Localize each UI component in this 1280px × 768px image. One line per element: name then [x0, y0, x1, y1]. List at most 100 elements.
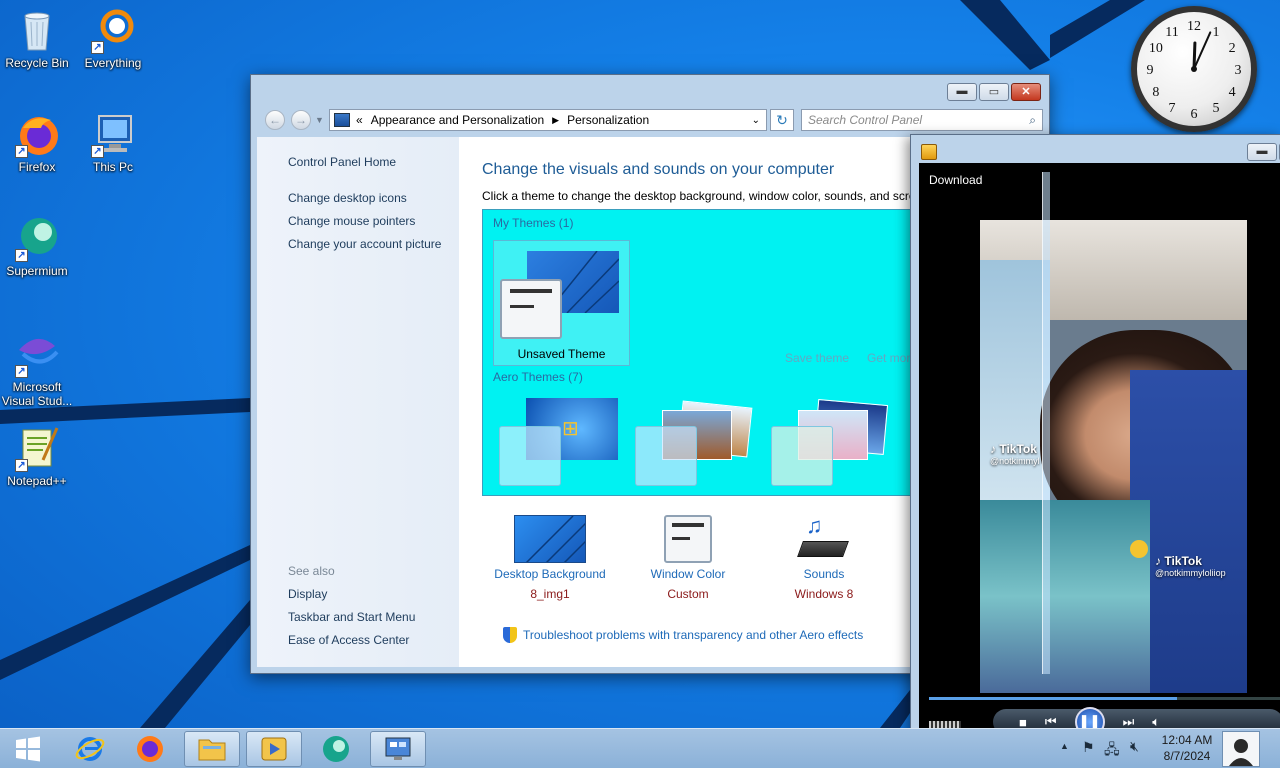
desktop-icon-notepadpp[interactable]: ↗ Notepad++ [0, 424, 74, 488]
taskbar-internet-explorer[interactable] [62, 731, 118, 767]
desktop-icon-firefox[interactable]: ↗ Firefox [0, 110, 74, 174]
troubleshoot-link-text[interactable]: Troubleshoot problems with transparency … [523, 628, 863, 642]
desktop-icon-supermium[interactable]: ↗ Supermium [0, 214, 74, 278]
refresh-button[interactable]: ↻ [770, 109, 794, 131]
start-button[interactable] [0, 731, 56, 767]
shortcut-arrow-icon: ↗ [15, 145, 28, 158]
clock-numeral: 9 [1147, 63, 1154, 78]
save-theme-link[interactable]: Save theme [785, 351, 849, 365]
taskbar-media-player[interactable] [246, 731, 302, 767]
emoji-sticker [1130, 540, 1148, 558]
back-button[interactable]: ← [265, 110, 285, 130]
see-also-link-ease-of-access[interactable]: Ease of Access Center [288, 633, 409, 647]
desktop-background-setting[interactable]: Desktop Background 8_img1 [485, 515, 615, 601]
page-title: Change the visuals and sounds on your co… [482, 161, 835, 178]
desktop-icon-label: This Pc [92, 160, 133, 174]
maximize-icon: ▭ [988, 86, 1000, 98]
desktop-icon-everything[interactable]: ↗ Everything [76, 6, 150, 70]
troubleshoot-aero-link[interactable]: Troubleshoot problems with transparency … [503, 627, 863, 643]
media-player-window[interactable]: ▬ ▭ Download ♪ TikTok @notkimmyl ♪ TikTo… [910, 134, 1280, 734]
window-titlebar[interactable]: ▬ ▭ ✕ [251, 75, 1049, 105]
sounds-setting[interactable]: ♫ Sounds Windows 8 [759, 513, 889, 601]
back-arrow-icon: ← [269, 113, 281, 127]
minimize-button[interactable]: ▬ [947, 83, 977, 101]
video-area[interactable]: Download ♪ TikTok @notkimmyl ♪ TikTok @n… [919, 163, 1280, 733]
sidebar-link-control-panel-home[interactable]: Control Panel Home [288, 155, 396, 169]
seek-bar-fill [929, 697, 1177, 700]
address-bar[interactable]: « Appearance and Personalization ▶ Perso… [329, 109, 767, 131]
everything-search-icon: ↗ [89, 6, 137, 54]
breadcrumb-item[interactable]: Appearance and Personalization [371, 113, 544, 127]
theme-landscapes[interactable] [635, 398, 760, 495]
tiktok-logo-icon: ♪ [990, 442, 996, 456]
address-dropdown-icon[interactable]: ⌄ [752, 115, 760, 126]
close-button[interactable]: ✕ [1011, 83, 1041, 101]
volume-muted-icon[interactable]: 🔇︎ [1130, 738, 1139, 755]
clock-numeral: 8 [1152, 85, 1159, 100]
desktop-icon-this-pc[interactable]: ↗ This Pc [76, 110, 150, 174]
sidebar-link-account-picture[interactable]: Change your account picture [288, 237, 441, 251]
taskbar-control-panel[interactable] [370, 731, 426, 767]
see-also-link-taskbar[interactable]: Taskbar and Start Menu [288, 610, 415, 624]
desktop-icon-visual-studio[interactable]: ↗ Microsoft Visual Stud... [0, 330, 74, 408]
tray-time: 12:04 AM [1161, 733, 1213, 747]
show-hidden-icons-button[interactable]: ▲ [1060, 741, 1069, 751]
minimize-icon: ▬ [1256, 145, 1268, 157]
aero-themes-heading: Aero Themes (7) [493, 370, 583, 384]
notepadpp-icon: ↗ [13, 424, 61, 472]
tray-date: 8/7/2024 [1163, 749, 1211, 763]
action-center-flag-icon[interactable]: ⚑ [1082, 739, 1095, 756]
control-panel-icon [334, 113, 350, 127]
taskbar-supermium[interactable] [308, 731, 364, 767]
theme-flowers[interactable] [771, 398, 896, 495]
clock-numeral: 12 [1187, 19, 1201, 34]
tray-clock[interactable]: 12:04 AM 8/7/2024 [1152, 732, 1222, 764]
maximize-button[interactable]: ▭ [979, 83, 1009, 101]
minimize-button[interactable]: ▬ [1247, 143, 1277, 161]
get-more-themes-link[interactable]: Get mor [867, 351, 910, 365]
see-also-heading: See also [288, 564, 335, 578]
see-also-link-display[interactable]: Display [288, 587, 327, 601]
taskbar-file-explorer[interactable] [184, 731, 240, 767]
window-color-setting[interactable]: Window Color Custom [623, 515, 753, 601]
download-button[interactable]: Download [929, 173, 982, 187]
watermark-username: @notkimmyloliiop [1155, 568, 1226, 578]
network-icon[interactable]: 🖧︎ [1104, 739, 1120, 763]
taskbar-firefox[interactable] [122, 731, 178, 767]
theme-unsaved[interactable]: Unsaved Theme [493, 240, 630, 366]
video-frame[interactable]: ♪ TikTok @notkimmyl ♪ TikTok @notkimmylo… [980, 220, 1247, 693]
forward-arrow-icon: → [295, 113, 307, 127]
breadcrumb-separator-icon[interactable]: ▶ [552, 115, 559, 126]
folder-icon [198, 739, 226, 761]
user-silhouette-icon [1229, 739, 1253, 766]
watermark-brand: TikTok [1164, 554, 1202, 568]
clock-numeral: 2 [1229, 41, 1236, 56]
breadcrumb-overflow[interactable]: « [356, 113, 363, 127]
user-avatar[interactable] [1222, 731, 1260, 767]
visual-studio-icon: ↗ [13, 330, 61, 378]
theme-windows[interactable]: ⊞ [499, 398, 624, 495]
recent-pages-dropdown-icon[interactable]: ▼ [315, 115, 324, 125]
desktop-icon-label: Supermium [6, 264, 68, 278]
uac-shield-icon [503, 627, 517, 643]
desktop-icon-label: Microsoft Visual Stud... [1, 380, 73, 408]
close-icon: ✕ [1021, 86, 1031, 98]
setting-value: 8_img1 [530, 587, 570, 601]
control-panel-icon [385, 737, 411, 760]
shortcut-arrow-icon: ↗ [91, 41, 104, 54]
desktop-icon-label: Everything [84, 56, 142, 70]
desktop-icon-label: Firefox [18, 160, 56, 174]
search-input[interactable]: Search Control Panel ⌕ [801, 109, 1043, 131]
clock-gadget[interactable]: 12 1 2 3 4 5 6 7 8 9 10 11 [1131, 6, 1257, 132]
desktop-icon-label: Notepad++ [7, 474, 67, 488]
taskbar: ▲ ⚑ 🖧︎ 🔇︎ 12:04 AM 8/7/2024 [0, 728, 1280, 768]
desktop-icon-recycle-bin[interactable]: Recycle Bin [0, 6, 74, 70]
watermark-brand: TikTok [999, 442, 1037, 456]
tiktok-logo-icon: ♪ [1155, 554, 1161, 568]
sidebar-link-desktop-icons[interactable]: Change desktop icons [288, 191, 407, 205]
seek-bar[interactable] [929, 697, 1280, 700]
my-themes-heading: My Themes (1) [493, 216, 574, 230]
sidebar-link-mouse-pointers[interactable]: Change mouse pointers [288, 214, 415, 228]
breadcrumb-item[interactable]: Personalization [567, 113, 649, 127]
forward-button[interactable]: → [291, 110, 311, 130]
